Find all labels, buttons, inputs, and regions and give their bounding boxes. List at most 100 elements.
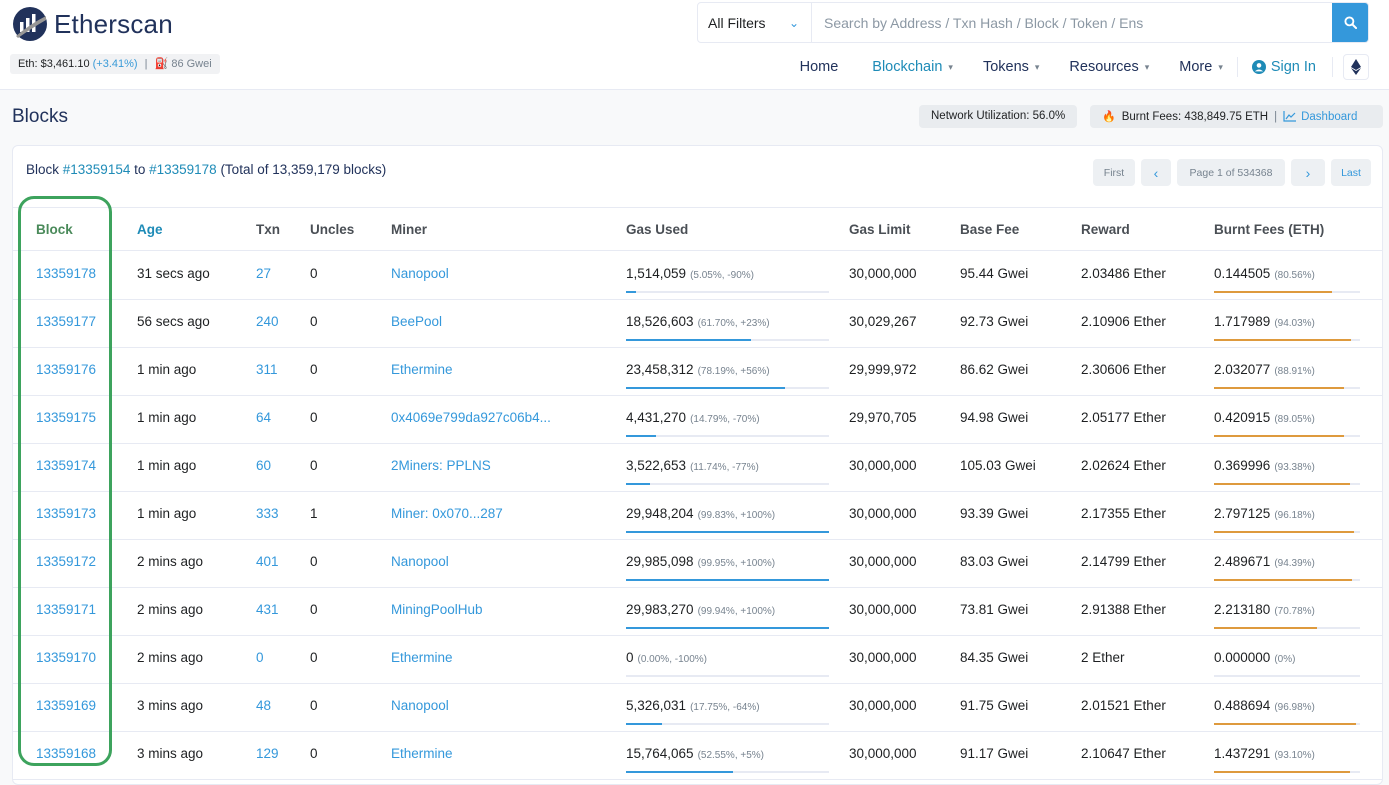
txn-count-link[interactable]: 401 [256,554,279,569]
gas-price[interactable]: 86 Gwei [171,58,211,70]
ticker-separator: | [144,58,148,70]
gas-used-bar [626,531,829,533]
burnt-fees-bar [1214,723,1360,725]
txn-count-link[interactable]: 0 [256,650,264,665]
gas-used-bar-fill [626,627,829,629]
block-number-link[interactable]: 13359169 [36,698,96,713]
txn-count-link[interactable]: 431 [256,602,279,617]
uncles-count: 0 [310,698,318,713]
block-number-link[interactable]: 13359173 [36,506,96,521]
eth-price-ticker: Eth: $3,461.10 (+3.41%) | ⛽ 86 Gwei [10,54,220,74]
burnt-fees-value: 0.488694 [1214,698,1271,713]
burnt-fees-percent: (70.78%) [1274,606,1315,617]
burnt-fees-value: Burnt Fees: 438,849.75 ETH [1121,110,1269,123]
search-input[interactable] [812,3,1332,42]
eth-label: Eth: [18,58,41,70]
gas-used: 5,326,031 (17.75%, -64%) [626,698,760,713]
search-bar: All Filters ⌄ [697,2,1369,43]
table-row: 13359170 2 mins ago 0 0 Ethermine 30,000,000 8… [13,636,1382,684]
nav-home[interactable]: Home [800,59,839,75]
burnt-separator: | [1274,110,1278,123]
block-number-link[interactable]: 13359177 [36,314,96,329]
miner-link[interactable]: Ethermine [391,362,453,377]
etherscan-logo[interactable]: Etherscan [12,6,173,42]
burnt-fees-bar-fill [1214,387,1344,389]
burnt-fees-value: 0.420915 [1214,410,1271,425]
block-number-link[interactable]: 13359176 [36,362,96,377]
base-fee: 84.35 Gwei [960,650,1029,665]
block-age: 56 secs ago [137,314,210,329]
nav-tokens[interactable]: Tokens ▾ [983,59,1039,75]
filter-select[interactable]: All Filters ⌄ [698,3,812,42]
miner-link[interactable]: Nanopool [391,554,449,569]
nav-more[interactable]: More ▾ [1179,59,1223,75]
gas-used-percent: (78.19%, +56%) [697,366,770,377]
range-to-link[interactable]: #13359178 [149,162,217,177]
miner-link[interactable]: MiningPoolHub [391,602,483,617]
brand-name: Etherscan [54,8,173,39]
range-from-link[interactable]: #13359154 [63,162,131,177]
gas-used-bar-fill [626,291,637,293]
txn-count-link[interactable]: 27 [256,266,271,281]
txn-count-link[interactable]: 311 [256,362,278,377]
block-number-link[interactable]: 13359170 [36,650,96,665]
gas-used-bar-fill [626,339,752,341]
miner-link[interactable]: Nanopool [391,266,449,281]
col-miner: Miner [391,222,428,237]
burnt-fees-bar-fill [1214,579,1352,581]
miner-link[interactable]: Ethermine [391,650,453,665]
txn-count-link[interactable]: 64 [256,410,271,425]
eth-price[interactable]: $3,461.10 [41,58,90,70]
burnt-fees-bar-fill [1214,531,1355,533]
gas-used-bar [626,675,829,677]
miner-link[interactable]: 0x4069e799da927c06b4... [391,410,551,425]
txn-count-link[interactable]: 48 [256,698,271,713]
block-number-link[interactable]: 13359178 [36,266,96,281]
last-page-button[interactable]: Last [1331,159,1371,186]
table-row: 13359172 2 mins ago 401 0 Nanopool 30,000,000… [13,540,1382,588]
nav-divider [1332,57,1333,77]
miner-link[interactable]: Nanopool [391,698,449,713]
prev-page-button[interactable]: ‹ [1141,159,1171,186]
col-age[interactable]: Age [137,222,163,237]
gas-used-bar [626,579,829,581]
search-icon [1343,16,1357,29]
miner-link[interactable]: Miner: 0x070...287 [391,506,503,521]
nav-blockchain[interactable]: Blockchain ▾ [872,59,953,75]
network-selector[interactable] [1343,54,1369,80]
dashboard-link[interactable]: Dashboard [1301,111,1357,123]
burnt-fees-bar-fill [1214,483,1351,485]
next-page-button[interactable]: › [1291,159,1325,186]
block-number-link[interactable]: 13359175 [36,410,96,425]
miner-link[interactable]: BeePool [391,314,442,329]
miner-link[interactable]: 2Miners: PPLNS [391,458,491,473]
nav-home-label: Home [799,59,839,75]
block-reward: 2.03486 Ether [1081,266,1166,281]
burnt-fees-value: 0.000000 [1214,650,1271,665]
nav-resources[interactable]: Resources ▾ [1069,59,1149,75]
search-button[interactable] [1332,3,1368,42]
txn-count-link[interactable]: 60 [256,458,271,473]
range-to-word: to [130,162,150,177]
gas-used-bar-fill [626,483,650,485]
txn-count-link[interactable]: 333 [256,506,279,521]
first-page-button[interactable]: First [1093,159,1135,186]
eth-change: (+3.41%) [92,58,138,70]
block-reward: 2.17355 Ether [1081,506,1166,521]
block-number-link[interactable]: 13359172 [36,554,96,569]
block-reward: 2.01521 Ether [1081,698,1166,713]
block-reward: 2.05177 Ether [1081,410,1166,425]
table-row: 13359171 2 mins ago 431 0 MiningPoolHub 30,00… [13,588,1382,636]
block-number-link[interactable]: 13359174 [36,458,96,473]
gas-used-bar [626,771,829,773]
col-base-fee: Base Fee [960,222,1020,237]
base-fee: 83.03 Gwei [960,554,1029,569]
block-number-link[interactable]: 13359171 [36,602,96,617]
uncles-count: 0 [310,602,318,617]
gas-used: 4,431,270 (14.79%, -70%) [626,410,760,425]
sign-in-link[interactable]: Sign In [1251,59,1316,75]
gas-pump-icon: ⛽ [154,58,169,70]
txn-count-link[interactable]: 240 [256,314,279,329]
burnt-fees: 2.797125 (96.18%) [1214,506,1315,521]
logo-icon [12,6,48,42]
